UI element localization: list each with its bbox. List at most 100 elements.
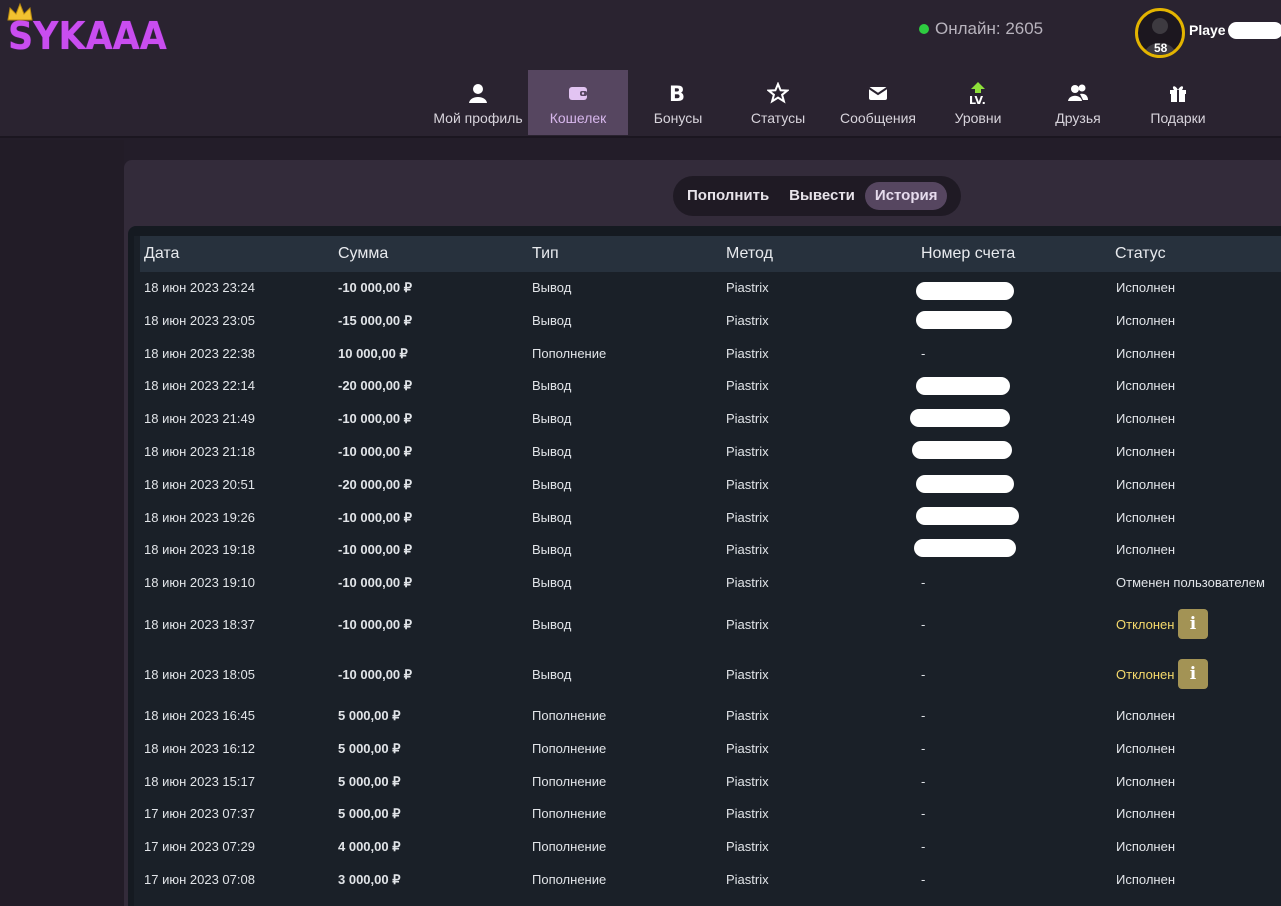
account-redaction	[916, 507, 1019, 525]
cell-type: Пополнение	[532, 806, 607, 821]
main-nav: Мой профиль Кошелек B Бонусы Статусы Соо…	[428, 70, 1228, 135]
cell-method: Piastrix	[726, 444, 769, 459]
site-logo[interactable]: SYKAAA	[8, 14, 167, 58]
account-redaction	[912, 441, 1012, 459]
cell-account: -	[921, 872, 926, 887]
history-table	[128, 226, 1281, 906]
cell-amount: -10 000,00 ₽	[338, 542, 413, 557]
svg-text:B: B	[669, 82, 685, 104]
cell-date: 18 июн 2023 16:45	[144, 708, 255, 723]
background-pattern	[0, 140, 124, 906]
tab-history[interactable]: История	[864, 182, 948, 210]
cell-method: Piastrix	[726, 774, 769, 789]
player-name-redaction	[1228, 22, 1281, 39]
cell-status: Исполнен	[1116, 708, 1176, 723]
cell-date: 17 июн 2023 07:29	[144, 839, 255, 854]
cell-date: 18 июн 2023 19:18	[144, 542, 255, 557]
player-name[interactable]: Playe	[1189, 22, 1226, 38]
account-redaction	[910, 409, 1010, 427]
tab-deposit[interactable]: Пополнить	[677, 182, 779, 210]
cell-date: 18 июн 2023 21:18	[144, 444, 255, 459]
cell-method: Piastrix	[726, 872, 769, 887]
account-redaction	[916, 311, 1012, 329]
cell-amount: -10 000,00 ₽	[338, 617, 413, 632]
cell-account: -	[921, 741, 926, 756]
cell-amount: -20 000,00 ₽	[338, 378, 413, 393]
cell-type: Вывод	[532, 378, 572, 393]
cell-date: 18 июн 2023 20:51	[144, 477, 255, 492]
nav-item-levels[interactable]: LV. Уровни	[928, 70, 1028, 135]
cell-type: Пополнение	[532, 346, 607, 361]
cell-status: Исполнен	[1116, 774, 1176, 789]
cell-type: Вывод	[532, 411, 572, 426]
info-button[interactable]: i	[1178, 659, 1208, 689]
table-header: Дата Сумма Тип Метод Номер счета Статус	[140, 236, 1281, 272]
gift-icon	[1170, 86, 1186, 102]
cell-type: Вывод	[532, 313, 572, 328]
cell-amount: 5 000,00 ₽	[338, 741, 401, 756]
cell-amount: -10 000,00 ₽	[338, 444, 413, 459]
nav-label: Статусы	[750, 110, 806, 126]
wallet-icon	[569, 87, 587, 100]
tab-withdraw[interactable]: Вывести	[779, 182, 865, 210]
cell-date: 18 июн 2023 15:17	[144, 774, 255, 789]
nav-item-gifts[interactable]: Подарки	[1128, 70, 1228, 135]
column-header-status: Статус	[1115, 245, 1166, 262]
online-label: Онлайн: 2605	[935, 19, 1044, 38]
column-header-date: Дата	[144, 245, 180, 262]
cell-type: Пополнение	[532, 708, 607, 723]
nav-label: Подарки	[1150, 110, 1206, 126]
cell-type: Вывод	[532, 280, 572, 295]
nav-label: Уровни	[954, 110, 1002, 126]
nav-item-profile[interactable]: Мой профиль	[428, 70, 528, 135]
cell-date: 18 июн 2023 18:37	[144, 617, 255, 632]
cell-amount: 5 000,00 ₽	[338, 774, 401, 789]
level-up-icon: LV.	[969, 82, 986, 104]
cell-method: Piastrix	[726, 839, 769, 854]
nav-item-messages[interactable]: Сообщения	[828, 70, 928, 135]
online-counter: Онлайн: 2605	[919, 19, 1043, 39]
cell-method: Piastrix	[726, 806, 769, 821]
cell-amount: 4 000,00 ₽	[338, 839, 401, 854]
cell-account: -	[921, 346, 926, 361]
cell-date: 18 июн 2023 19:10	[144, 575, 255, 590]
cell-account: -	[921, 617, 926, 632]
bonus-b-icon: B	[669, 82, 685, 104]
nav-item-wallet[interactable]: Кошелек	[528, 70, 628, 135]
avatar[interactable]: 58	[1135, 8, 1185, 58]
cell-amount: -10 000,00 ₽	[338, 575, 413, 590]
svg-text:LV.: LV.	[969, 94, 986, 104]
nav-label: Бонусы	[653, 110, 703, 126]
cell-status: Исполнен	[1116, 510, 1176, 525]
cell-amount: -20 000,00 ₽	[338, 477, 413, 492]
cell-status: Исполнен	[1116, 411, 1176, 426]
online-status-dot	[919, 24, 929, 34]
nav-item-bonuses[interactable]: B Бонусы	[628, 70, 728, 135]
cell-date: 17 июн 2023 07:08	[144, 872, 255, 887]
info-button[interactable]: i	[1178, 609, 1208, 639]
user-icon	[469, 84, 487, 103]
cell-status: Отклонен	[1116, 617, 1175, 632]
cell-type: Вывод	[532, 575, 572, 590]
top-header: SYKAAA Онлайн: 2605 58 Playe Мой профиль…	[0, 0, 1281, 138]
cell-method: Piastrix	[726, 617, 769, 632]
cell-type: Вывод	[532, 667, 572, 682]
cell-amount: -10 000,00 ₽	[338, 411, 413, 426]
nav-label: Друзья	[1055, 110, 1101, 126]
column-header-type: Тип	[532, 245, 559, 262]
cell-status: Исполнен	[1116, 806, 1176, 821]
cell-amount: -10 000,00 ₽	[338, 280, 413, 295]
account-redaction	[916, 377, 1010, 395]
cell-method: Piastrix	[726, 741, 769, 756]
cell-method: Piastrix	[726, 510, 769, 525]
cell-date: 18 июн 2023 22:38	[144, 346, 255, 361]
cell-status: Исполнен	[1116, 477, 1176, 492]
account-redaction	[916, 475, 1014, 493]
cell-amount: 5 000,00 ₽	[338, 806, 401, 821]
cell-method: Piastrix	[726, 477, 769, 492]
nav-item-statuses[interactable]: Статусы	[728, 70, 828, 135]
nav-label: Кошелек	[549, 110, 607, 126]
cell-type: Пополнение	[532, 872, 607, 887]
account-redaction	[914, 539, 1016, 557]
nav-item-friends[interactable]: Друзья	[1028, 70, 1128, 135]
